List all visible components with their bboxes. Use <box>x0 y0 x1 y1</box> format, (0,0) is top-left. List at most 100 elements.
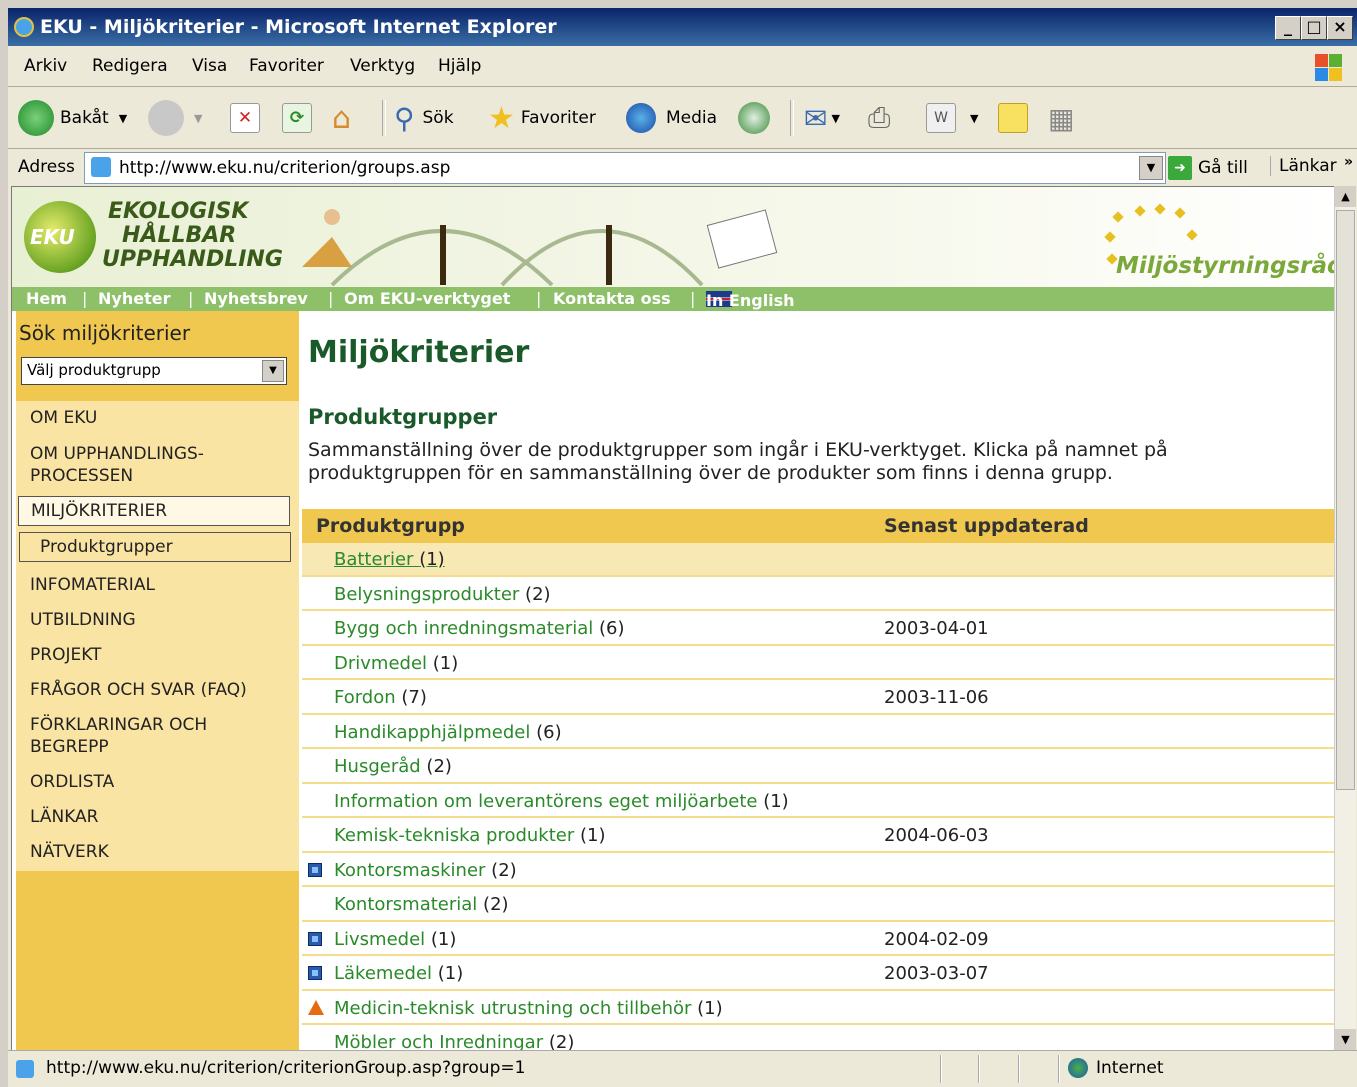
back-button[interactable]: Bakåt ▼ <box>18 98 127 138</box>
forward-button[interactable]: ▼ <box>148 98 202 138</box>
print-icon: ⎙ <box>868 101 891 134</box>
sidebar-item-infomaterial[interactable]: INFOMATERIAL <box>30 574 155 596</box>
sidebar-item-utbildning[interactable]: UTBILDNING <box>30 609 136 631</box>
product-group-link[interactable]: Information om leverantörens eget miljöa… <box>334 791 789 812</box>
discuss-button[interactable] <box>998 98 1028 138</box>
product-group-name[interactable]: Bygg och inredningsmaterial <box>334 618 593 639</box>
eku-logo[interactable]: EKU <box>24 201 96 273</box>
scroll-up-icon[interactable]: ▲ <box>1335 186 1356 207</box>
product-group-link[interactable]: Fordon (7) <box>334 687 427 708</box>
product-group-name[interactable]: Handikapphjälpmedel <box>334 722 530 743</box>
research-button[interactable]: ▦ <box>1048 98 1074 138</box>
edit-button[interactable]: W ▼ <box>926 98 978 138</box>
research-icon: ▦ <box>1048 101 1075 135</box>
sidebar-item-forklaringar[interactable]: FÖRKLARINGAR OCH <box>30 714 207 736</box>
product-group-name[interactable]: Medicin-teknisk utrustning och tillbehör <box>334 998 691 1019</box>
product-group-link[interactable]: Kontorsmaterial (2) <box>334 894 509 915</box>
links-button[interactable]: Länkar <box>1270 156 1337 176</box>
search-button[interactable]: ⚲ Sök <box>394 98 454 138</box>
product-group-link[interactable]: Belysningsprodukter (2) <box>334 584 551 605</box>
table-row: Kontorsmaterial (2) <box>302 888 1335 922</box>
sidebar-subitem-label: Produktgrupper <box>40 537 173 557</box>
vertical-scrollbar[interactable]: ▲ ▼ <box>1334 186 1356 1050</box>
minimize-button[interactable]: _ <box>1275 16 1301 40</box>
product-group-link[interactable]: Handikapphjälpmedel (6) <box>334 722 562 743</box>
product-group-name[interactable]: Möbler och Inredningar <box>334 1032 543 1051</box>
product-group-name[interactable]: Kontorsmaskiner <box>334 860 485 881</box>
product-group-link[interactable]: Möbler och Inredningar (2) <box>334 1032 574 1051</box>
product-group-link[interactable]: Drivmedel (1) <box>334 653 458 674</box>
product-group-name[interactable]: Drivmedel <box>334 653 427 674</box>
close-button[interactable]: × <box>1327 16 1353 40</box>
address-dropdown-icon[interactable]: ▼ <box>1139 156 1163 180</box>
product-group-link[interactable]: Livsmedel (1) <box>334 929 456 950</box>
scroll-down-icon[interactable]: ▼ <box>1335 1029 1356 1050</box>
stop-button[interactable]: ✕ <box>230 98 260 138</box>
refresh-icon: ⟳ <box>282 103 312 133</box>
info-icon[interactable] <box>308 931 322 946</box>
info-icon[interactable] <box>308 966 322 980</box>
nav-nyheter[interactable]: Nyheter <box>98 289 170 308</box>
mail-button[interactable]: ✉ ▼ <box>804 98 840 138</box>
go-button[interactable]: ➜ Gå till <box>1168 156 1248 180</box>
product-group-select[interactable]: Välj produktgrupp ▼ <box>21 357 287 385</box>
product-group-link[interactable]: Husgeråd (2) <box>334 756 452 777</box>
product-group-name[interactable]: Kemisk-tekniska produkter <box>334 825 574 846</box>
sidebar-item-projekt[interactable]: PROJEKT <box>30 644 101 666</box>
sidebar-subitem-produktgrupper[interactable]: Produktgrupper <box>19 532 291 562</box>
product-group-name[interactable]: Batterier <box>334 549 413 570</box>
sidebar-item-natverk[interactable]: NÄTVERK <box>30 841 109 863</box>
menu-favoriter[interactable]: Favoriter <box>249 56 324 76</box>
chevron-down-icon: ▼ <box>194 111 203 125</box>
product-group-link[interactable]: Kontorsmaskiner (2) <box>334 860 517 881</box>
product-group-name[interactable]: Kontorsmaterial <box>334 894 477 915</box>
sidebar-item-om-upphandlings[interactable]: OM UPPHANDLINGS- <box>30 443 204 465</box>
nav-nyhetsbrev[interactable]: Nyhetsbrev <box>204 289 308 308</box>
nav-kontakta-oss[interactable]: Kontakta oss <box>553 289 671 308</box>
sidebar-item-faq[interactable]: FRÅGOR OCH SVAR (FAQ) <box>30 679 247 701</box>
menu-arkiv[interactable]: Arkiv <box>24 56 67 76</box>
sidebar-item-begrepp[interactable]: BEGREPP <box>30 736 109 758</box>
nav-om-eku-verktyget[interactable]: Om EKU-verktyget <box>344 289 510 308</box>
product-count: (1) <box>579 825 606 846</box>
product-group-name[interactable]: Husgeråd <box>334 756 421 777</box>
product-group-link[interactable]: Batterier (1) <box>334 549 445 570</box>
sidebar-item-om-eku[interactable]: OM EKU <box>30 407 97 429</box>
zone-label: Internet <box>1096 1058 1164 1078</box>
refresh-button[interactable]: ⟳ <box>282 98 312 138</box>
product-group-link[interactable]: Läkemedel (1) <box>334 963 463 984</box>
address-label: Adress <box>18 157 75 177</box>
scroll-thumb[interactable] <box>1336 210 1355 790</box>
print-button[interactable]: ⎙ <box>868 98 890 138</box>
product-group-link[interactable]: Kemisk-tekniska produkter (1) <box>334 825 605 846</box>
sidebar-item-miljokriterier-active[interactable]: MILJÖKRITERIER <box>18 496 290 526</box>
menu-hjalp[interactable]: Hjälp <box>438 56 481 76</box>
favorites-button[interactable]: ★ Favoriter <box>488 98 596 138</box>
info-icon[interactable] <box>308 862 322 877</box>
sidebar-item-processen[interactable]: PROCESSEN <box>30 465 133 487</box>
intro-line-2: produktgruppen för en sammanställning öv… <box>308 462 1113 484</box>
product-group-name[interactable]: Belysningsprodukter <box>334 584 519 605</box>
menu-verktyg[interactable]: Verktyg <box>350 56 415 76</box>
column-header-senast-uppdaterad: Senast uppdaterad <box>884 515 1089 537</box>
nav-hem[interactable]: Hem <box>26 289 67 308</box>
product-group-name[interactable]: Läkemedel <box>334 963 432 984</box>
menu-redigera[interactable]: Redigera <box>92 56 168 76</box>
maximize-button[interactable]: □ <box>1301 16 1327 40</box>
table-row: Bygg och inredningsmaterial (6) 2003-04-0… <box>302 612 1335 646</box>
sidebar-item-lankar[interactable]: LÄNKAR <box>30 806 99 828</box>
product-group-link[interactable]: Bygg och inredningsmaterial (6) <box>334 618 625 639</box>
product-group-name[interactable]: Livsmedel <box>334 929 425 950</box>
media-button[interactable]: Media <box>626 98 717 138</box>
product-count: (1) <box>432 652 459 674</box>
sidebar-item-ordlista[interactable]: ORDLISTA <box>30 771 114 793</box>
history-button[interactable] <box>738 98 770 138</box>
address-input[interactable]: http://www.eku.nu/criterion/groups.asp ▼ <box>84 152 1166 184</box>
product-group-name[interactable]: Information om leverantörens eget miljöa… <box>334 791 757 812</box>
product-group-link[interactable]: Medicin-teknisk utrustning och tillbehör… <box>334 998 723 1019</box>
status-cell <box>1018 1055 1020 1083</box>
product-group-name[interactable]: Fordon <box>334 687 396 708</box>
home-button[interactable]: ⌂ <box>332 98 351 138</box>
menu-visa[interactable]: Visa <box>192 56 227 76</box>
chevron-right-icon[interactable]: » <box>1344 154 1353 170</box>
